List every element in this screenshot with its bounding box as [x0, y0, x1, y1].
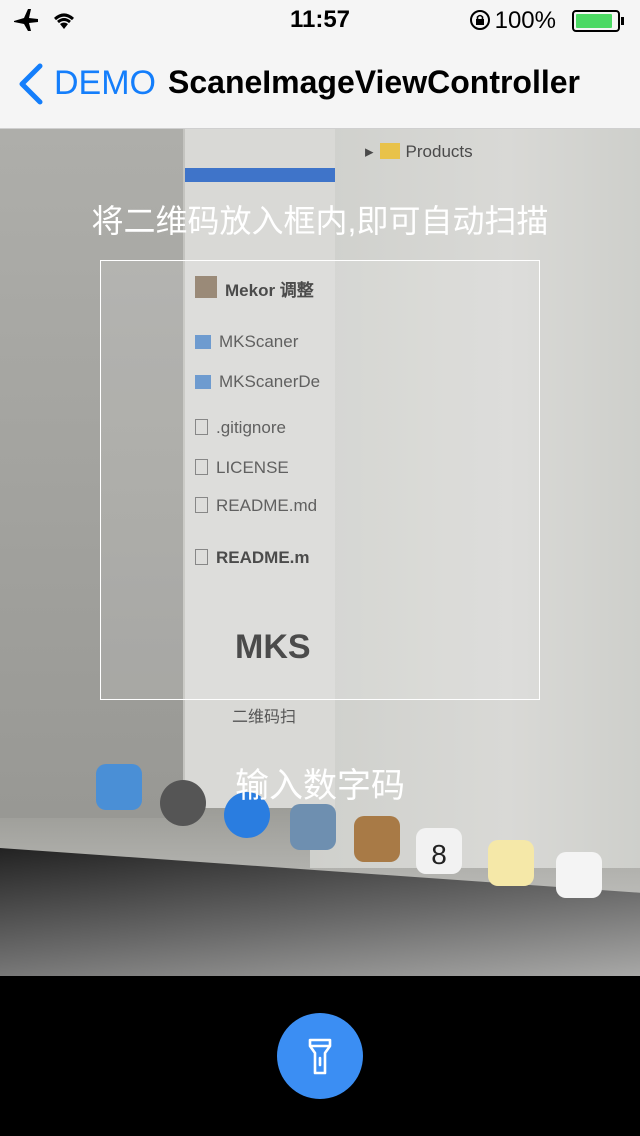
chevron-left-icon[interactable]: [16, 62, 44, 106]
reminders-icon: [556, 852, 602, 898]
photo-products-label: ▸ Products: [365, 142, 473, 161]
battery-icon: [572, 10, 624, 32]
flashlight-button[interactable]: [277, 1013, 363, 1099]
notes-icon: [488, 840, 534, 886]
photo-small-text: 二维码扫: [232, 709, 297, 726]
page-title: ScaneImageViewController: [168, 64, 580, 100]
rotation-lock-icon: [470, 10, 490, 30]
navigation-bar: 11:57 100% DEMO ScaneImageViewController: [0, 0, 640, 129]
back-button-label[interactable]: DEMO: [54, 64, 156, 103]
photo-app-icon: [290, 804, 336, 850]
flashlight-icon: [308, 1038, 332, 1075]
scan-frame: [100, 260, 540, 700]
contacts-icon: [354, 816, 400, 862]
bottom-toolbar: [0, 976, 640, 1136]
battery-percentage: 100%: [494, 7, 556, 34]
scan-hint: 将二维码放入框内,即可自动扫描: [91, 203, 549, 239]
calendar-icon: 8: [416, 828, 462, 874]
photo-blue-bar: [185, 168, 335, 182]
manual-entry-link[interactable]: 输入数字码: [0, 758, 640, 807]
status-bar: 11:57 100%: [0, 0, 640, 40]
